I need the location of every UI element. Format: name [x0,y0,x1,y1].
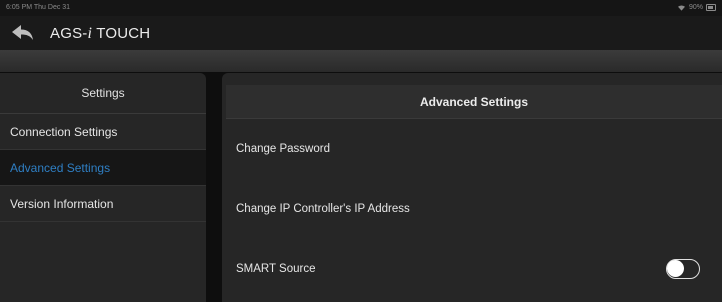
app-title-suffix: TOUCH [92,25,151,42]
advanced-settings-panel: Advanced Settings Change Password Change… [222,73,722,302]
change-password-row[interactable]: Change Password [222,119,722,179]
app-title-prefix: AGS- [50,25,88,42]
settings-list: Change Password Change IP Controller's I… [222,119,722,299]
change-ip-address-label: Change IP Controller's IP Address [236,203,410,215]
toolbar-band [0,50,722,73]
toggle-knob [667,260,684,277]
app-header: AGS-i TOUCH [0,16,722,50]
settings-sidebar: Settings Connection Settings Advanced Se… [0,73,206,302]
content-area: Settings Connection Settings Advanced Se… [0,73,722,302]
sidebar-item-advanced-settings[interactable]: Advanced Settings [0,150,206,186]
sidebar-title: Settings [0,73,206,114]
sidebar-item-connection-settings[interactable]: Connection Settings [0,114,206,150]
change-ip-address-row[interactable]: Change IP Controller's IP Address [222,179,722,239]
panel-title: Advanced Settings [226,85,722,119]
app-title: AGS-i TOUCH [50,25,150,43]
back-arrow-icon[interactable] [10,22,36,44]
change-password-label: Change Password [236,143,330,155]
battery-percent: 90% [688,4,703,11]
wifi-icon [677,5,685,11]
app-screen: 6:05 PM Thu Dec 31 90% AGS-i TOUCH Setti… [0,0,722,302]
sidebar-item-version-information[interactable]: Version Information [0,186,206,222]
battery-icon [706,4,716,11]
status-time-date: 6:05 PM Thu Dec 31 [6,4,71,11]
smart-source-toggle[interactable] [666,259,700,279]
sidebar-list: Connection Settings Advanced Settings Ve… [0,114,206,222]
status-indicators: 90% [677,4,716,11]
smart-source-label: SMART Source [236,263,316,275]
smart-source-row: SMART Source [222,239,722,299]
status-bar: 6:05 PM Thu Dec 31 90% [0,0,722,16]
